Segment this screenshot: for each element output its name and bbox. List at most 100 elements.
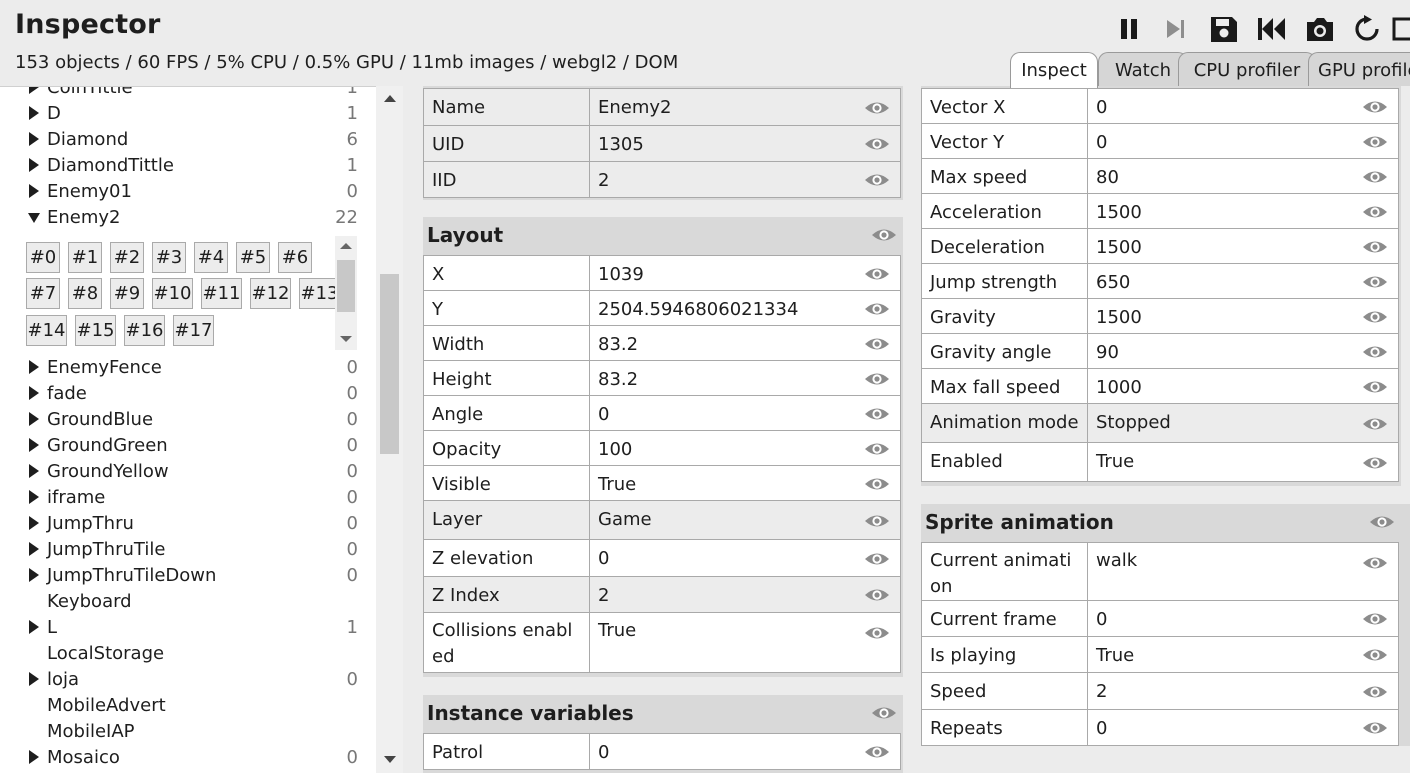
tree-item[interactable]: JumpThruTile 0	[0, 537, 376, 563]
collapsed-arrow-icon[interactable]	[29, 464, 39, 478]
tree-scrollbar[interactable]	[376, 86, 403, 773]
watch-eye-icon[interactable]	[1362, 99, 1388, 115]
property-value[interactable]: 1500	[1088, 299, 1350, 337]
tree-item[interactable]: LocalStorage	[0, 641, 376, 667]
watch-eye-icon[interactable]	[864, 551, 890, 567]
section-eye-icon[interactable]	[1369, 514, 1395, 530]
scroll-down-arrow[interactable]	[340, 336, 352, 342]
watch-eye-icon[interactable]	[1362, 555, 1388, 571]
collapsed-arrow-icon[interactable]	[29, 158, 39, 172]
instance-button[interactable]: #0	[26, 242, 60, 273]
property-value[interactable]: 2504.5946806021334	[590, 291, 852, 329]
tree-item[interactable]: EnemyFence 0	[0, 355, 376, 381]
watch-eye-icon[interactable]	[1362, 169, 1388, 185]
watch-eye-icon[interactable]	[1362, 239, 1388, 255]
scroll-up-arrow[interactable]	[384, 95, 396, 102]
watch-eye-icon[interactable]	[864, 441, 890, 457]
tree-item[interactable]: D1	[0, 101, 376, 127]
watch-eye-icon[interactable]	[1362, 204, 1388, 220]
step-button[interactable]	[1159, 12, 1193, 46]
watch-eye-icon[interactable]	[864, 100, 890, 116]
tab-inspect[interactable]: Inspect	[1010, 52, 1098, 88]
instance-button[interactable]: #14	[26, 315, 67, 346]
watch-eye-icon[interactable]	[864, 336, 890, 352]
watch-eye-icon[interactable]	[864, 744, 890, 760]
collapsed-arrow-icon[interactable]	[29, 132, 39, 146]
watch-eye-icon[interactable]	[1362, 274, 1388, 290]
section-eye-icon[interactable]	[871, 705, 897, 721]
save-button[interactable]	[1207, 12, 1241, 46]
property-value[interactable]: 83.2	[590, 326, 852, 364]
collapsed-arrow-icon[interactable]	[29, 87, 39, 94]
collapsed-arrow-icon[interactable]	[29, 412, 39, 426]
tree-item[interactable]: L1	[0, 615, 376, 641]
popout-button[interactable]	[1390, 12, 1410, 46]
scroll-up-arrow[interactable]	[340, 243, 352, 249]
property-value[interactable]: 0	[1088, 601, 1350, 639]
collapsed-arrow-icon[interactable]	[29, 106, 39, 120]
collapsed-arrow-icon[interactable]	[29, 438, 39, 452]
collapsed-arrow-icon[interactable]	[29, 750, 39, 764]
instance-button[interactable]: #16	[124, 315, 165, 346]
property-value[interactable]: 83.2	[590, 361, 852, 399]
instance-button[interactable]: #8	[68, 278, 102, 309]
collapsed-arrow-icon[interactable]	[29, 620, 39, 634]
instance-button[interactable]: #4	[194, 242, 228, 273]
scrollbar-thumb[interactable]	[380, 274, 399, 454]
instance-button[interactable]: #13	[299, 278, 340, 309]
tree-item[interactable]: fade 0	[0, 381, 376, 407]
watch-eye-icon[interactable]	[864, 301, 890, 317]
tab-gpu-profiler[interactable]: GPU profiler	[1308, 52, 1410, 87]
instance-button[interactable]: #3	[152, 242, 186, 273]
property-value[interactable]: 0	[590, 734, 852, 772]
collapsed-arrow-icon[interactable]	[29, 184, 39, 198]
instance-button[interactable]: #12	[250, 278, 291, 309]
watch-eye-icon[interactable]	[1362, 416, 1388, 432]
tree-item[interactable]: JumpThru 0	[0, 511, 376, 537]
instance-button[interactable]: #2	[110, 242, 144, 273]
property-value[interactable]: 80	[1088, 159, 1350, 197]
property-value[interactable]: 1500	[1088, 229, 1350, 267]
watch-eye-icon[interactable]	[864, 625, 890, 641]
property-value[interactable]: 1039	[590, 256, 852, 294]
watch-eye-icon[interactable]	[1362, 344, 1388, 360]
collapsed-arrow-icon[interactable]	[29, 360, 39, 374]
watch-eye-icon[interactable]	[864, 136, 890, 152]
property-value[interactable]: 0	[1088, 124, 1350, 162]
tree-item[interactable]: CoinTittle 1	[0, 87, 376, 101]
restart-button[interactable]	[1255, 12, 1289, 46]
watch-eye-icon[interactable]	[1362, 720, 1388, 736]
tree-item[interactable]: Mosaico 0	[0, 745, 376, 771]
watch-eye-icon[interactable]	[1362, 647, 1388, 663]
screenshot-button[interactable]	[1303, 12, 1337, 46]
watch-eye-icon[interactable]	[1362, 684, 1388, 700]
watch-eye-icon[interactable]	[864, 406, 890, 422]
expanded-arrow-icon[interactable]	[28, 213, 40, 223]
property-value[interactable]: 0	[590, 396, 852, 434]
property-value[interactable]: True	[590, 466, 852, 504]
section-eye-icon[interactable]	[871, 227, 897, 243]
collapsed-arrow-icon[interactable]	[29, 386, 39, 400]
instance-button[interactable]: #6	[278, 242, 312, 273]
watch-eye-icon[interactable]	[864, 587, 890, 603]
watch-eye-icon[interactable]	[864, 513, 890, 529]
reload-button[interactable]	[1350, 12, 1384, 46]
property-value[interactable]: 650	[1088, 264, 1350, 302]
instance-button[interactable]: #11	[201, 278, 242, 309]
scroll-down-arrow[interactable]	[384, 756, 396, 763]
property-value[interactable]: walk	[1088, 543, 1350, 580]
property-value[interactable]: 0	[1088, 89, 1350, 127]
scrollbar-thumb[interactable]	[337, 260, 355, 312]
property-value[interactable]: 1000	[1088, 369, 1350, 407]
watch-eye-icon[interactable]	[1362, 134, 1388, 150]
tree-item[interactable]: loja 0	[0, 667, 376, 693]
collapsed-arrow-icon[interactable]	[29, 542, 39, 556]
collapsed-arrow-icon[interactable]	[29, 672, 39, 686]
tree-item[interactable]: MobileAdvert	[0, 693, 376, 719]
watch-eye-icon[interactable]	[1362, 379, 1388, 395]
tree-item[interactable]: GroundBlue 0	[0, 407, 376, 433]
instance-button[interactable]: #10	[152, 278, 193, 309]
property-value[interactable]: True	[1088, 637, 1350, 675]
collapsed-arrow-icon[interactable]	[29, 568, 39, 582]
tree-item[interactable]: GroundYellow 0	[0, 459, 376, 485]
